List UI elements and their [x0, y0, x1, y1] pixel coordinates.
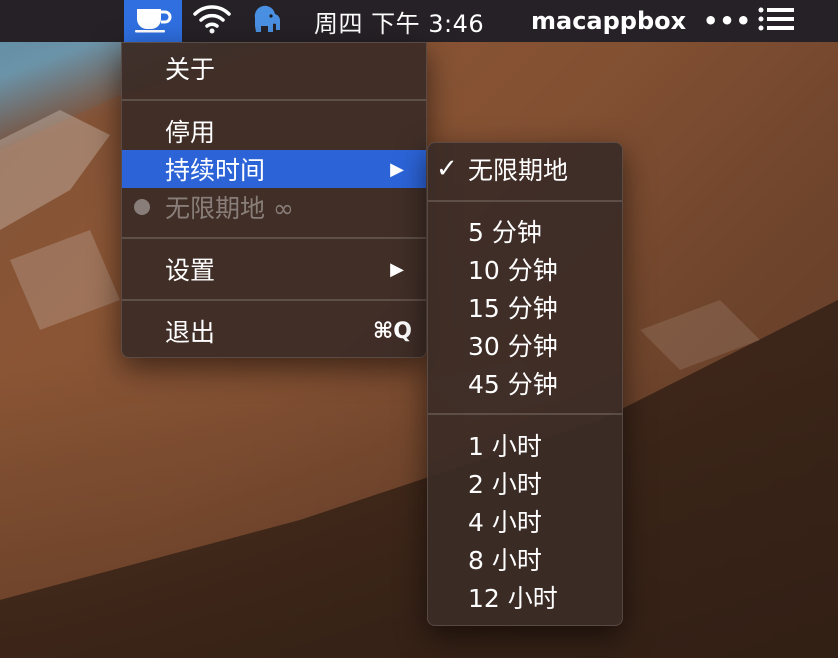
elephant-icon	[249, 4, 283, 38]
status-dot-icon	[134, 199, 150, 215]
menubar-elephant-button[interactable]	[246, 0, 286, 42]
menubar-app-button[interactable]	[124, 0, 182, 42]
duration-submenu: ✓ 无限期地 5 分钟 10 分钟 15 分钟 30 分钟 45 分钟 1 小时…	[427, 142, 623, 626]
submenu-item-label: 1 小时	[468, 432, 542, 461]
menu-item-status: 无限期地 ∞	[122, 188, 426, 226]
menu-separator	[122, 99, 426, 101]
submenu-item-10min[interactable]: 10 分钟	[428, 250, 622, 288]
submenu-item-label: 8 小时	[468, 546, 542, 575]
menubar-wifi-button[interactable]	[190, 0, 234, 42]
menubar-list-button[interactable]	[756, 0, 796, 42]
menu-item-disable[interactable]: 停用	[122, 112, 426, 150]
submenu-item-5min[interactable]: 5 分钟	[428, 212, 622, 250]
menu-item-settings[interactable]: 设置 ▶	[122, 250, 426, 288]
submenu-arrow-icon: ▶	[390, 158, 404, 180]
submenu-item-15min[interactable]: 15 分钟	[428, 288, 622, 326]
coffee-cup-icon	[134, 5, 172, 37]
menu-item-label: 设置	[165, 256, 216, 285]
submenu-item-4h[interactable]: 4 小时	[428, 502, 622, 540]
checkmark-icon: ✓	[436, 154, 458, 184]
menu-separator	[122, 237, 426, 239]
submenu-item-label: 30 分钟	[468, 332, 558, 361]
submenu-arrow-icon: ▶	[390, 258, 404, 280]
submenu-item-label: 15 分钟	[468, 294, 558, 323]
menu-item-quit[interactable]: 退出 ⌘Q	[122, 312, 426, 350]
keyboard-shortcut: ⌘Q	[372, 318, 412, 344]
menu-separator	[122, 299, 426, 301]
submenu-item-label: 5 分钟	[468, 218, 542, 247]
submenu-item-1h[interactable]: 1 小时	[428, 426, 622, 464]
menu-item-label: 无限期地 ∞	[165, 194, 294, 223]
submenu-item-indefinitely[interactable]: ✓ 无限期地	[428, 150, 622, 188]
menu-item-label: 退出	[165, 318, 216, 347]
menubar-clock[interactable]: 周四 下午 3:46	[314, 0, 484, 42]
menubar-user[interactable]: macappbox	[531, 0, 686, 42]
menu-item-duration[interactable]: 持续时间 ▶	[122, 150, 426, 188]
menu-item-label: 停用	[165, 118, 216, 147]
menu-item-label: 持续时间	[165, 156, 266, 185]
menu-item-label: 关于	[165, 55, 216, 84]
submenu-item-label: 4 小时	[468, 508, 542, 537]
menu-separator	[428, 413, 622, 415]
app-dropdown-menu: 关于 停用 持续时间 ▶ 无限期地 ∞ 设置 ▶ 退出 ⌘Q	[121, 42, 427, 358]
submenu-item-30min[interactable]: 30 分钟	[428, 326, 622, 364]
submenu-item-label: 45 分钟	[468, 370, 558, 399]
submenu-item-label: 2 小时	[468, 470, 542, 499]
submenu-item-2h[interactable]: 2 小时	[428, 464, 622, 502]
submenu-item-12h[interactable]: 12 小时	[428, 578, 622, 616]
submenu-item-label: 无限期地	[468, 156, 569, 185]
list-icon	[758, 6, 794, 36]
menubar-more-button[interactable]: •••	[703, 0, 752, 42]
submenu-item-label: 12 小时	[468, 584, 558, 613]
wifi-icon	[192, 4, 232, 38]
submenu-item-8h[interactable]: 8 小时	[428, 540, 622, 578]
submenu-item-45min[interactable]: 45 分钟	[428, 364, 622, 402]
menu-separator	[428, 200, 622, 202]
submenu-item-label: 10 分钟	[468, 256, 558, 285]
menu-item-about[interactable]: 关于	[122, 49, 426, 87]
menu-bar: 周四 下午 3:46 macappbox •••	[0, 0, 838, 42]
